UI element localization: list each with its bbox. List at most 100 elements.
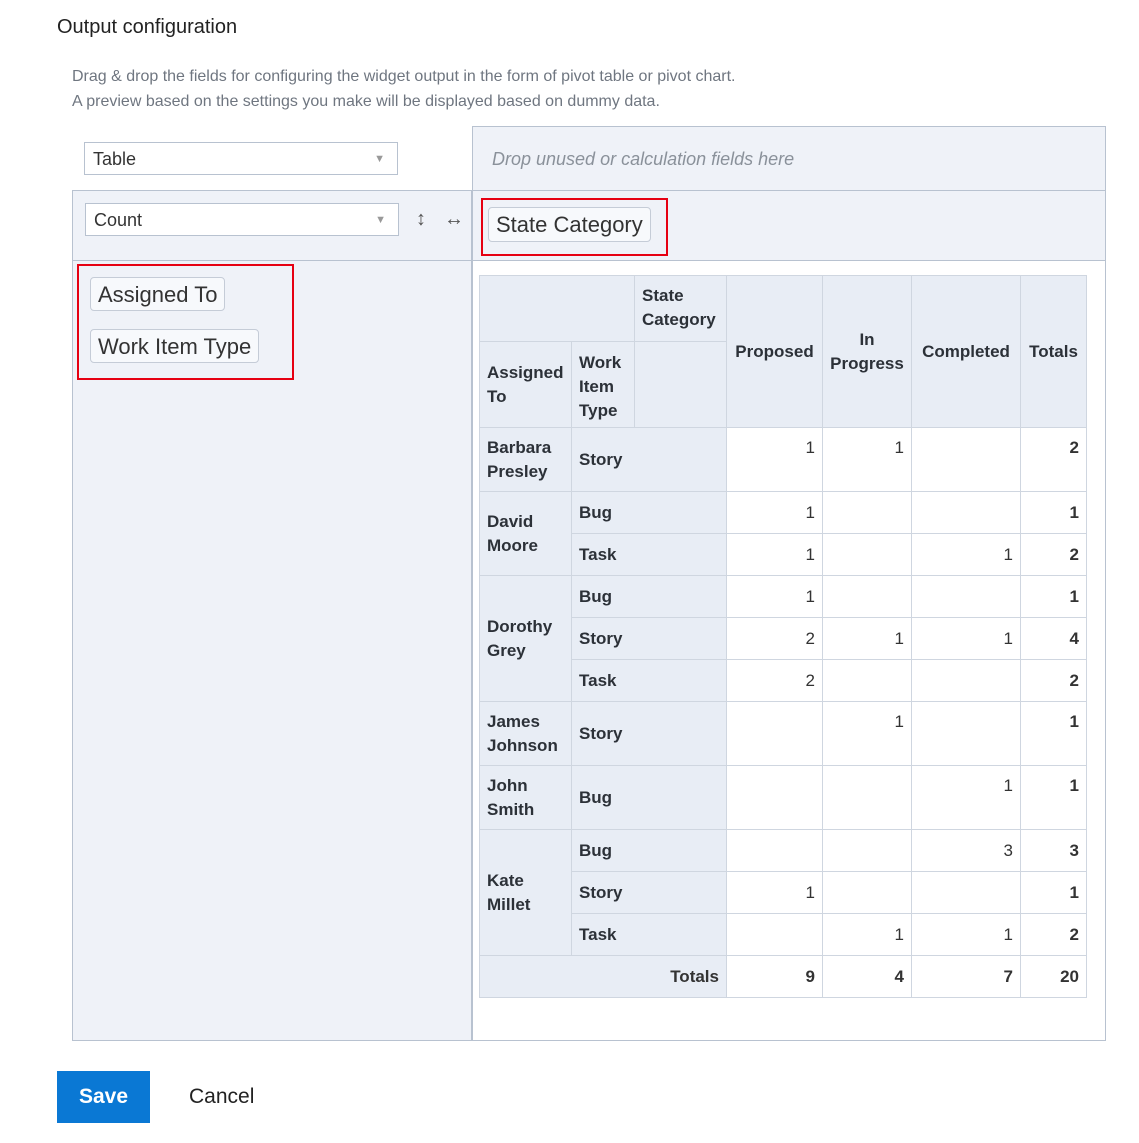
value-cell: 1 bbox=[726, 427, 823, 492]
value-cell bbox=[822, 491, 912, 534]
unused-fields-dropzone[interactable]: Drop unused or calculation fields here bbox=[473, 127, 1105, 191]
row-total-cell: 2 bbox=[1020, 659, 1087, 702]
table-row: Dorothy Grey Bug 1 1 bbox=[479, 575, 1087, 702]
table-row: David Moore Bug 1 1 bbox=[479, 491, 1087, 576]
value-cell bbox=[726, 765, 823, 830]
row-total-cell: 2 bbox=[1020, 533, 1087, 576]
row-total-cell: 1 bbox=[1020, 491, 1087, 534]
value-cell: 1 bbox=[822, 913, 912, 956]
value-cell bbox=[726, 701, 823, 766]
work-item-type-cell: Task bbox=[571, 913, 727, 956]
table-row: Task 2 2 bbox=[480, 659, 1087, 702]
totals-row-label: Totals bbox=[479, 955, 727, 998]
highlight-box-row-fields bbox=[77, 264, 294, 380]
description-line-1: Drag & drop the fields for configuring t… bbox=[72, 68, 736, 85]
value-cell: 1 bbox=[911, 533, 1021, 576]
aggregation-select[interactable]: Count ▼ bbox=[85, 203, 399, 236]
value-cell: 1 bbox=[911, 913, 1021, 956]
work-item-type-cell: Bug bbox=[571, 829, 727, 872]
work-item-type-cell: Story bbox=[571, 701, 727, 766]
horizontal-arrows-icon[interactable]: ↔ bbox=[444, 208, 464, 231]
work-item-type-cell: Bug bbox=[571, 765, 727, 830]
work-item-type-cell: Story bbox=[571, 427, 727, 492]
work-item-type-cell: Bug bbox=[571, 575, 727, 618]
column-header-in-progress: In Progress bbox=[822, 275, 912, 428]
row-total-cell: 4 bbox=[1020, 617, 1087, 660]
page-title: Output configuration bbox=[57, 16, 238, 38]
value-cell bbox=[911, 659, 1021, 702]
value-cell bbox=[822, 533, 912, 576]
column-header-totals: Totals bbox=[1020, 275, 1087, 428]
value-cell: 2 bbox=[726, 659, 823, 702]
description: Drag & drop the fields for configuring t… bbox=[72, 64, 735, 114]
assigned-to-header: Assigned To bbox=[479, 341, 572, 428]
value-cell bbox=[911, 575, 1021, 618]
pivot-header-spacer bbox=[634, 341, 727, 428]
dropzone-placeholder: Drop unused or calculation fields here bbox=[492, 149, 795, 169]
value-cell bbox=[911, 701, 1021, 766]
table-row: Task 1 1 2 bbox=[480, 533, 1087, 576]
chevron-down-icon: ▼ bbox=[374, 153, 385, 165]
row-total-cell: 1 bbox=[1020, 765, 1087, 830]
highlight-box-column-fields bbox=[481, 198, 668, 256]
value-cell bbox=[822, 871, 912, 914]
value-cell: 1 bbox=[726, 871, 823, 914]
grand-total-cell: 9 bbox=[726, 955, 823, 998]
grand-total-cell: 7 bbox=[911, 955, 1021, 998]
state-category-header: State Category bbox=[634, 275, 727, 342]
value-cell: 1 bbox=[911, 617, 1021, 660]
table-row: Kate Millet Bug 3 3 bbox=[479, 829, 1087, 956]
value-cell: 1 bbox=[822, 617, 912, 660]
column-header-proposed: Proposed bbox=[726, 275, 823, 428]
table-row: Barbara Presley Story 1 1 2 bbox=[479, 427, 1087, 492]
value-cell: 1 bbox=[726, 575, 823, 618]
aggregation-value: Count bbox=[94, 210, 143, 230]
grand-total-cell: 20 bbox=[1020, 955, 1087, 998]
work-item-type-cell: Task bbox=[571, 533, 727, 576]
pivot-corner bbox=[479, 275, 635, 342]
vertical-arrows-icon[interactable]: ↕ bbox=[416, 208, 426, 231]
value-cell bbox=[822, 829, 912, 872]
value-cell bbox=[726, 913, 823, 956]
divider bbox=[73, 260, 471, 261]
description-line-2: A preview based on the settings you make… bbox=[72, 93, 660, 110]
row-total-cell: 1 bbox=[1020, 575, 1087, 618]
row-total-cell: 1 bbox=[1020, 701, 1087, 766]
work-item-type-cell: Task bbox=[571, 659, 727, 702]
value-cell: 3 bbox=[911, 829, 1021, 872]
cancel-button[interactable]: Cancel bbox=[189, 1085, 254, 1109]
value-cell: 1 bbox=[822, 427, 912, 492]
table-row: James Johnson Story 1 1 bbox=[479, 701, 1087, 766]
chevron-down-icon: ▼ bbox=[375, 214, 386, 226]
work-item-type-header: Work Item Type bbox=[571, 341, 635, 428]
assignee-cell: Barbara Presley bbox=[479, 427, 572, 492]
value-cell bbox=[726, 829, 823, 872]
value-cell: 1 bbox=[726, 533, 823, 576]
row-total-cell: 3 bbox=[1020, 829, 1087, 872]
value-cell bbox=[822, 575, 912, 618]
value-cell bbox=[822, 765, 912, 830]
work-item-type-cell: Story bbox=[571, 871, 727, 914]
work-item-type-cell: Story bbox=[571, 617, 727, 660]
row-total-cell: 1 bbox=[1020, 871, 1087, 914]
value-cell bbox=[822, 659, 912, 702]
assignee-cell: John Smith bbox=[479, 765, 572, 830]
view-type-select[interactable]: Table ▼ bbox=[84, 142, 398, 175]
view-type-value: Table bbox=[93, 149, 137, 169]
save-button[interactable]: Save bbox=[57, 1071, 150, 1123]
value-cell: 1 bbox=[911, 765, 1021, 830]
table-row: Story 1 1 bbox=[480, 871, 1087, 914]
grand-total-cell: 4 bbox=[822, 955, 912, 998]
pivot-body: Barbara Presley Story 1 1 2 David Moore Bug 1 1 T… bbox=[479, 427, 1087, 956]
value-cell: 2 bbox=[726, 617, 823, 660]
pivot-table: State Category Proposed In Progress Comp… bbox=[479, 275, 1087, 998]
row-total-cell: 2 bbox=[1020, 427, 1087, 492]
assignee-cell: Kate Millet bbox=[479, 829, 572, 956]
assignee-cell: Dorothy Grey bbox=[479, 575, 572, 702]
table-row: John Smith Bug 1 1 bbox=[479, 765, 1087, 830]
assignee-cell: David Moore bbox=[479, 491, 572, 576]
column-header-completed: Completed bbox=[911, 275, 1021, 428]
value-cell: 1 bbox=[726, 491, 823, 534]
row-total-cell: 2 bbox=[1020, 913, 1087, 956]
value-cell bbox=[911, 491, 1021, 534]
